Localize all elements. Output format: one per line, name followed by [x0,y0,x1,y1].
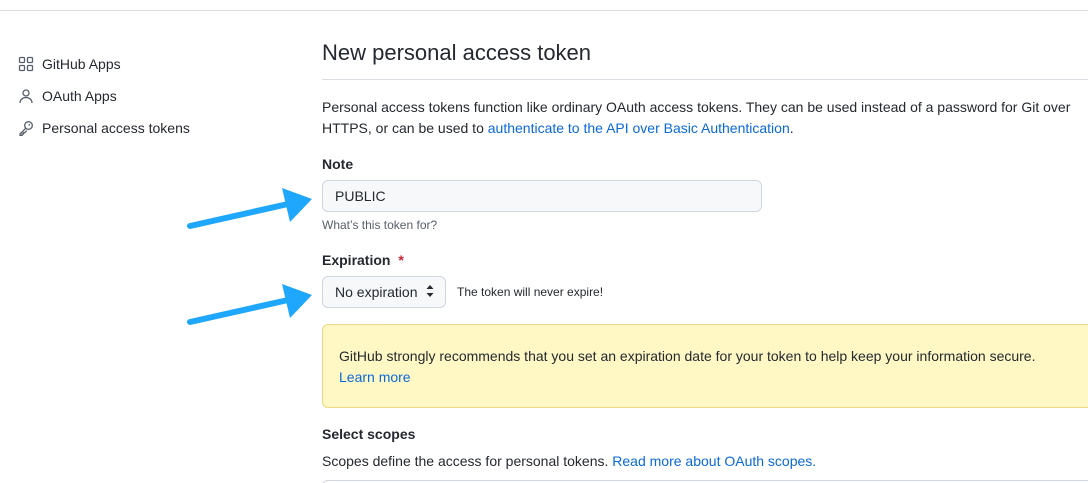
apps-icon [18,56,34,72]
note-label: Note [322,156,354,172]
page-title: New personal access token [322,40,592,65]
annotation-arrow-note [187,188,312,229]
expiration-warning: GitHub strongly recommends that you set … [322,324,1088,408]
sidebar: GitHub Apps OAuth Apps Personal access t… [18,48,278,144]
select-arrows-icon [425,284,435,301]
scopes-title: Select scopes [322,426,416,442]
person-icon [18,88,34,104]
title-divider [322,79,1088,80]
basic-auth-link[interactable]: authenticate to the API over Basic Authe… [488,120,790,136]
learn-more-link[interactable]: Learn more [339,369,411,385]
sidebar-item-label: OAuth Apps [42,88,117,104]
scopes-desc-text: Scopes define the access for personal to… [322,453,613,469]
intro-end: . [789,120,794,136]
required-marker: * [398,252,404,268]
key-icon [18,120,34,136]
expiration-label-row: Expiration * [322,252,404,268]
warning-text: GitHub strongly recommends that you set … [339,348,1036,364]
sidebar-item-label: GitHub Apps [42,56,121,72]
expiration-label: Expiration [322,252,391,268]
note-hint: What’s this token for? [322,218,438,232]
expiration-status: The token will never expire! [457,285,604,299]
intro-text: Personal access tokens function like ord… [322,97,1082,139]
sidebar-item-github-apps[interactable]: GitHub Apps [18,48,278,80]
note-input[interactable] [322,180,762,212]
oauth-scopes-link[interactable]: Read more about OAuth scopes. [612,453,816,469]
annotation-arrow-expiration [187,284,312,325]
sidebar-item-oauth-apps[interactable]: OAuth Apps [18,80,278,112]
sidebar-item-personal-access-tokens[interactable]: Personal access tokens [18,112,278,144]
main-content: New personal access token Personal acces… [322,0,1088,483]
sidebar-item-label: Personal access tokens [42,120,190,136]
expiration-selected-value: No expiration [335,284,418,300]
expiration-select[interactable]: No expiration [322,276,446,308]
scopes-description: Scopes define the access for personal to… [322,453,816,469]
